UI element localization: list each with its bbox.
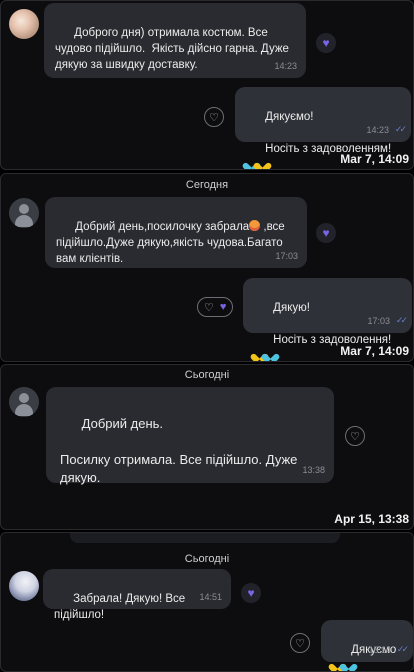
message-time: 14:51: [199, 592, 222, 602]
outgoing-message[interactable]: Дякую! Носіть з задоволення! 17:03 ✓✓: [243, 278, 412, 346]
screenshot-date: Mar 7, 14:09: [340, 152, 409, 166]
read-ticks-icon: ✓✓: [395, 315, 408, 325]
incoming-message[interactable]: Доброго дня) отримала костюм. Все чудово…: [44, 3, 306, 78]
incoming-message[interactable]: Добрий день. Посилку отримала. Все підій…: [46, 387, 334, 485]
chat-panel-4: Сьогодні Забрала! Дякую! Все підійшло! 1…: [0, 532, 414, 672]
heart-reaction-icon[interactable]: ♥: [316, 223, 336, 243]
incoming-message[interactable]: Добрий день,посилочку забрала ,все підій…: [45, 197, 307, 268]
blue-heart-emoji-icon: [265, 350, 276, 360]
day-separator: Сьогодні: [184, 553, 230, 565]
message-text: Добрий день. Посилку отримала. Все підій…: [60, 416, 298, 485]
read-ticks-icon: ✓✓: [394, 124, 407, 134]
avatar[interactable]: [9, 571, 39, 601]
avatar-body: [15, 215, 33, 227]
message-time: 17:03: [275, 251, 298, 261]
chat-panel-1: Доброго дня) отримала костюм. Все чудово…: [0, 0, 414, 170]
message-text: Добрий день,посилочку забрала: [75, 221, 250, 233]
message-text: Дякуємо!: [265, 111, 314, 123]
message-text: Дякую!: [273, 302, 310, 314]
outgoing-message[interactable]: Дякуємо! Носіть з задоволенням! 14:23 ✓✓: [235, 87, 411, 155]
heart-reaction-icon[interactable]: ♡: [345, 426, 365, 446]
screenshot-date: Mar 7, 14:09: [340, 344, 409, 358]
chat-panel-3: Сьогодні Добрий день. Посилку отримала. …: [0, 364, 414, 530]
heart-reaction-icon[interactable]: ♡: [204, 107, 224, 127]
avatar-head: [19, 204, 29, 214]
incoming-message[interactable]: Забрала! Дякую! Все підійшло! 14:51: [43, 569, 231, 621]
smiling-face-hearts-emoji-icon: [249, 220, 261, 231]
yellow-heart-emoji-icon: [257, 159, 268, 169]
heart-reaction-icon[interactable]: ♥: [241, 583, 261, 603]
heart-reaction-icon[interactable]: ♡: [290, 633, 310, 653]
avatar[interactable]: [9, 387, 39, 417]
heart-filled-icon: ♥: [219, 301, 227, 313]
message-time: 13:38: [302, 465, 325, 475]
avatar[interactable]: [9, 9, 39, 39]
chat-panel-2: Сегодня Добрий день,посилочку забрала ,в…: [0, 173, 414, 362]
message-text: Доброго дня) отримала костюм. Все чудово…: [55, 27, 293, 71]
day-separator: Сьогодні: [184, 369, 230, 381]
avatar-body: [15, 404, 33, 416]
avatar-head: [19, 393, 29, 403]
message-time: 15:14: [368, 645, 391, 655]
avatar[interactable]: [9, 198, 39, 228]
heart-reaction-icon[interactable]: ♥: [316, 33, 336, 53]
read-ticks-icon: ✓✓: [396, 644, 409, 654]
message-time: 17:03: [367, 316, 390, 326]
reaction-pill[interactable]: ♡ ♥: [197, 297, 234, 317]
chat-screenshot-collage: Доброго дня) отримала костюм. Все чудово…: [0, 0, 414, 672]
message-time: 14:23: [274, 61, 297, 71]
outgoing-message[interactable]: Дякуємо 15:14 ✓✓: [321, 620, 413, 662]
cropped-message-edge: [70, 533, 340, 543]
message-text: Забрала! Дякую! Все підійшло!: [54, 593, 189, 621]
blue-heart-emoji-icon: [343, 660, 354, 670]
screenshot-date: Apr 15, 13:38: [334, 512, 409, 526]
message-time: 14:23: [366, 125, 389, 135]
heart-outline-icon: ♡: [204, 301, 214, 314]
day-separator: Сегодня: [185, 179, 229, 191]
